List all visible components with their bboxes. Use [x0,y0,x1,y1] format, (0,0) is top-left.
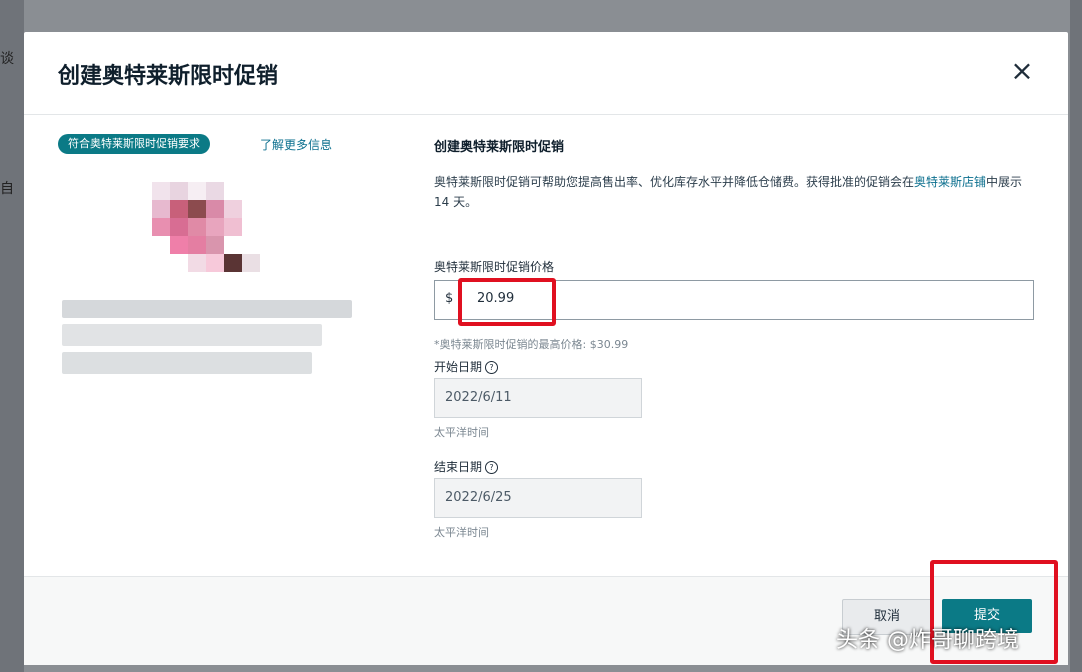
end-date-timezone: 太平洋时间 [434,526,489,539]
learn-more-link[interactable]: 了解更多信息 [260,136,332,153]
currency-symbol: $ [445,291,454,306]
end-date-label-text: 结束日期 [434,460,483,474]
price-label: 奥特莱斯限时促销价格 [434,260,555,274]
description-text: 奥特莱斯限时促销可帮助您提高售出率、优化库存水平并降低仓储费。获得批准的促销会在 [434,175,915,189]
background-glyph: 自 [0,181,14,197]
background-page-right [1070,0,1082,672]
form-description: 奥特莱斯限时促销可帮助您提高售出率、优化库存水平并降低仓储费。获得批准的促销会在… [434,172,1034,212]
product-thumbnail [152,182,264,292]
background-page-left: 谈 自 [0,0,24,672]
create-outlet-deal-dialog: 创建奥特莱斯限时促销 × 符合奥特莱斯限时促销要求 了解更多信息 创建奥特莱斯限… [24,32,1068,665]
start-date-timezone: 太平洋时间 [434,426,489,439]
background-glyph: 谈 [0,51,14,67]
product-title-blurred [62,324,322,346]
end-date-label: 结束日期? [434,458,499,475]
price-hint: *奥特莱斯限时促销的最高价格: $30.99 [434,338,629,351]
price-highlight-box [458,278,556,326]
info-icon[interactable]: ? [485,461,499,474]
product-title-blurred [62,300,352,318]
end-date-field[interactable]: 2022/6/25 [434,478,642,518]
dialog-header: 创建奥特莱斯限时促销 × [24,32,1068,115]
close-icon[interactable]: × [1006,56,1038,88]
form-section-title: 创建奥特莱斯限时促销 [434,140,565,155]
watermark-text: 头条 @炸哥聊跨境 [836,628,1019,653]
start-date-label-text: 开始日期 [434,360,483,374]
start-date-field[interactable]: 2022/6/11 [434,378,642,418]
end-date-value: 2022/6/25 [445,490,512,505]
outlet-store-link[interactable]: 奥特莱斯店铺 [914,175,986,189]
product-title-blurred [62,352,312,374]
start-date-value: 2022/6/11 [445,390,512,405]
dialog-title: 创建奥特莱斯限时促销 [58,64,279,89]
eligibility-badge: 符合奥特莱斯限时促销要求 [58,134,210,154]
info-icon[interactable]: ? [485,361,499,374]
start-date-label: 开始日期? [434,358,499,375]
